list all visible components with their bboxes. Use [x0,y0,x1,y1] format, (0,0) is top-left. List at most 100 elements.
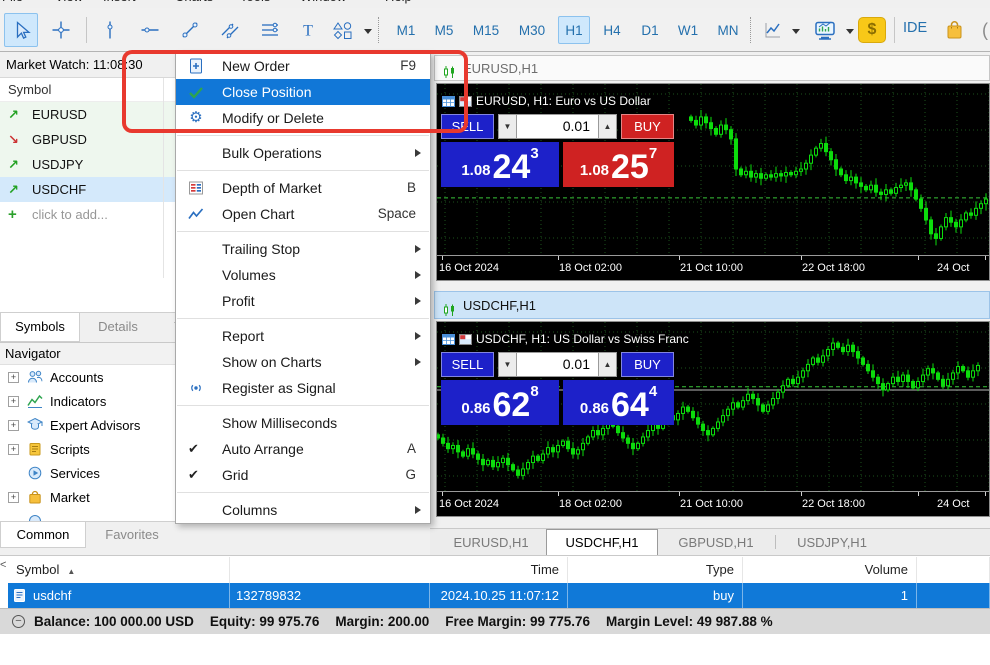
dollar-icon[interactable]: $ [858,17,886,43]
expand-box[interactable]: + [8,396,19,407]
shapes-icon[interactable] [326,13,360,47]
volume-input[interactable]: 0.01 [517,114,598,139]
services-icon [27,465,44,482]
minus-circle-icon[interactable]: − [12,615,25,628]
chart-overlay-title: USDCHF, H1: US Dollar vs Swiss Franc [442,332,689,346]
menu-item-columns[interactable]: Columns [176,497,430,523]
sell-button[interactable]: SELL [441,352,494,377]
sell-price-display[interactable]: 1.08243 [441,142,559,187]
menu-item-trailing-stop[interactable]: Trailing Stop [176,236,430,262]
timeframe-h4[interactable]: H4 [596,16,628,44]
menu-item-report[interactable]: Report [176,323,430,349]
tab-details[interactable]: Details [84,313,152,342]
chart-eurusd[interactable]: 16 Oct 202418 Oct 02:0021 Oct 10:0022 Oc… [436,83,990,281]
sort-asc-icon: ▲ [67,567,75,576]
timeframe-mn[interactable]: MN [710,16,746,44]
chart-tab-gbpusd-h1[interactable]: GBPUSD,H1 [662,530,770,556]
chart-tab-usdjpy-h1[interactable]: USDJPY,H1 [780,530,884,556]
tab-symbols[interactable]: Symbols [0,313,80,342]
submenu-arrow-icon [415,506,421,514]
time-label: 24 Oct [937,262,969,274]
volume-increase-button[interactable]: ▲ [598,114,617,139]
menubar-item-help[interactable]: Help [385,0,412,4]
chart-tab-usdchf-h1[interactable]: USDCHF,H1 [546,529,658,556]
chart-usdchf[interactable]: 16 Oct 202418 Oct 02:0021 Oct 10:0022 Oc… [436,321,990,517]
menu-item-label: Show Milliseconds [222,410,337,436]
timeframe-m15[interactable]: M15 [466,16,506,44]
menu-item-volumes[interactable]: Volumes [176,262,430,288]
column-header-time[interactable]: Time [430,557,568,583]
time-label: 18 Oct 02:00 [559,262,622,274]
cursor-icon[interactable] [4,13,38,47]
timeframe-h1[interactable]: H1 [558,16,590,44]
market-icon [27,489,44,506]
menubar-item-charts[interactable]: Charts [175,0,213,4]
menu-item-label: Open Chart [222,201,294,227]
indicators-icon [27,393,44,410]
trendline-icon[interactable] [173,13,207,47]
expand-box[interactable]: + [8,372,19,383]
horizontal-line-icon[interactable] [133,13,167,47]
volume-input[interactable]: 0.01 [517,352,598,377]
line-chart-dropdown-caret[interactable] [792,29,800,34]
menu-shortcut: A [407,436,416,462]
toolbar-separator [378,17,379,43]
menubar-item-insert[interactable]: Insert [103,0,136,4]
menubar-item-file[interactable]: File [2,0,23,4]
chart-style-dropdown-caret[interactable] [846,29,854,34]
volume-increase-button[interactable]: ▲ [598,352,617,377]
tab-common[interactable]: Common [0,522,86,548]
volume-decrease-button[interactable]: ▼ [498,114,517,139]
ide-button[interactable]: IDE [903,20,927,36]
chart-window-caption-eurusd[interactable]: EURUSD,H1 [434,55,990,81]
shopping-bag-icon[interactable] [940,13,970,47]
timeframe-m5[interactable]: M5 [428,16,460,44]
menu-item-bulk-operations[interactable]: Bulk Operations [176,140,430,166]
menu-item-show-on-charts[interactable]: Show on Charts [176,349,430,375]
timeframe-w1[interactable]: W1 [672,16,704,44]
timeframe-m30[interactable]: M30 [512,16,552,44]
column-header-volume[interactable]: Volume [743,557,917,583]
status-bar: − Balance: 100 000.00 USDEquity: 99 975.… [0,608,990,634]
menu-bar[interactable]: File View Insert Charts Tools Window Help [0,0,990,8]
tab-favorites[interactable]: Favorites [90,522,174,548]
menu-item-depth-of-market[interactable]: Depth of MarketB [176,175,430,201]
arrow-up-icon: ↗ [8,177,26,202]
expand-box[interactable]: + [8,492,19,503]
timeframe-m1[interactable]: M1 [390,16,422,44]
menu-item-grid[interactable]: ✔GridG [176,462,430,488]
menu-item-open-chart[interactable]: Open ChartSpace [176,201,430,227]
menu-item-register-as-signal[interactable]: Register as Signal [176,375,430,401]
menu-item-label: Report [222,323,264,349]
menubar-item-window[interactable]: Window [300,0,346,4]
text-icon[interactable]: T [291,13,325,47]
position-row[interactable]: usdchf1327898322024.10.25 11:07:12buy1 [8,583,990,609]
column-header-type[interactable]: Type [568,557,743,583]
buy-price-display[interactable]: 0.86644 [563,380,674,425]
buy-price-display[interactable]: 1.08257 [563,142,674,187]
menubar-item-tools[interactable]: Tools [240,0,270,4]
channel-icon[interactable] [213,13,247,47]
expand-box[interactable]: + [8,420,19,431]
column-header-symbol[interactable]: Symbol▲ [8,557,230,583]
sell-price-display[interactable]: 0.86628 [441,380,559,425]
menu-item-show-milliseconds[interactable]: Show Milliseconds [176,410,430,436]
line-chart-icon[interactable] [758,13,788,47]
menubar-item-view[interactable]: View [55,0,83,4]
menu-item-profit[interactable]: Profit [176,288,430,314]
expand-box[interactable]: + [8,444,19,455]
volume-decrease-button[interactable]: ▼ [498,352,517,377]
chart-window-caption-usdchf[interactable]: USDCHF,H1 [434,291,990,319]
buy-button[interactable]: BUY [621,114,674,139]
arrow-up-icon: ↗ [8,152,26,177]
equidistant-lines-icon[interactable] [253,13,287,47]
crosshair-icon[interactable] [44,13,78,47]
timeframe-d1[interactable]: D1 [634,16,666,44]
buy-button[interactable]: BUY [621,352,674,377]
vertical-line-icon[interactable] [93,13,127,47]
menu-shortcut: G [405,462,416,488]
menu-item-auto-arrange[interactable]: ✔Auto ArrangeA [176,436,430,462]
chart-tab-eurusd-h1[interactable]: EURUSD,H1 [438,530,544,556]
shapes-dropdown-caret[interactable] [364,29,372,34]
chart-style-icon[interactable] [808,13,842,47]
